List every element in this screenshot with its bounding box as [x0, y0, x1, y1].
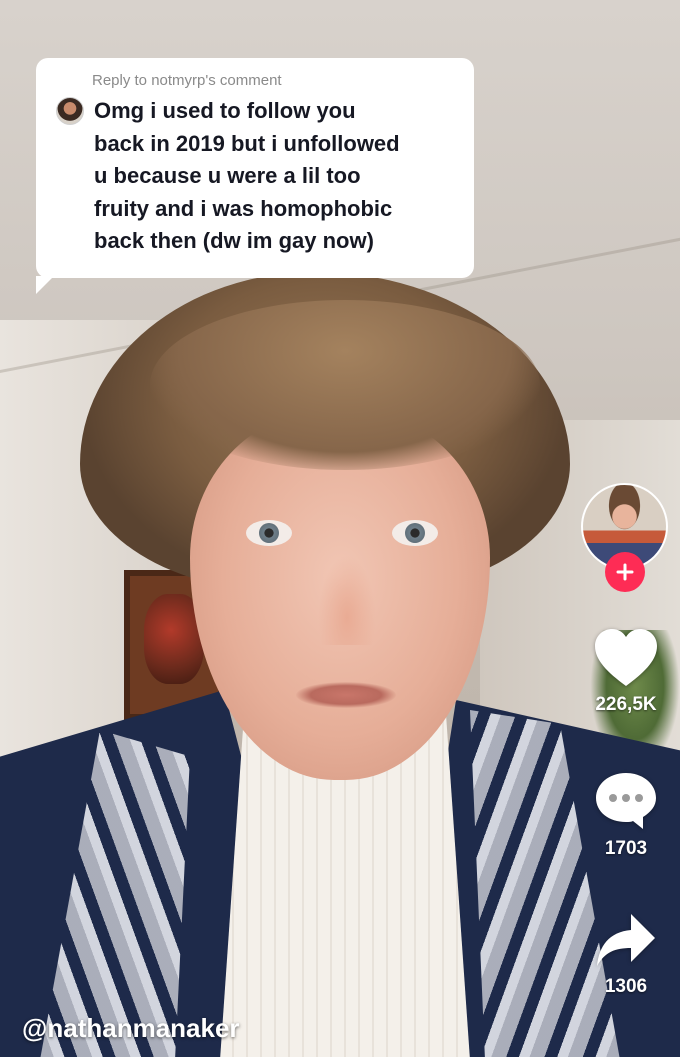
eye-right — [392, 520, 438, 546]
reply-line: Omg i used to follow you — [94, 98, 356, 123]
follow-button[interactable] — [605, 552, 645, 592]
heart-icon — [595, 629, 657, 686]
reply-header: Reply to notmyrp's comment — [92, 72, 282, 89]
reply-line: back then (dw im gay now) — [94, 228, 374, 253]
share-button[interactable]: 1306 — [588, 910, 664, 998]
nose — [318, 555, 376, 645]
reply-line: back in 2019 but i unfollowed — [94, 130, 400, 156]
mouth — [296, 682, 396, 708]
reply-comment-sticker[interactable]: Reply to notmyrp's comment Omg i used to… — [36, 58, 474, 294]
hair-fringe — [150, 300, 540, 470]
eye-left — [246, 520, 292, 546]
reply-text: Omg i used to follow you back in 2019 bu… — [94, 95, 400, 258]
like-count: 226,5K — [595, 694, 657, 715]
reply-line: u because u were a lil too — [94, 163, 361, 188]
share-count: 1306 — [604, 976, 648, 997]
comment-button[interactable]: 1703 — [588, 770, 664, 860]
creator-username[interactable]: @nathanmanaker — [22, 1013, 240, 1044]
reply-line: fruity and i was homophobic — [94, 195, 393, 221]
comment-bubble-icon — [596, 773, 656, 829]
plus-icon — [616, 563, 634, 581]
commenter-avatar — [56, 97, 84, 125]
like-button[interactable]: 226,5K — [588, 628, 664, 716]
reply-body: Omg i used to follow you back in 2019 bu… — [56, 95, 456, 258]
share-arrow-icon — [597, 914, 655, 966]
comment-count: 1703 — [604, 838, 648, 859]
